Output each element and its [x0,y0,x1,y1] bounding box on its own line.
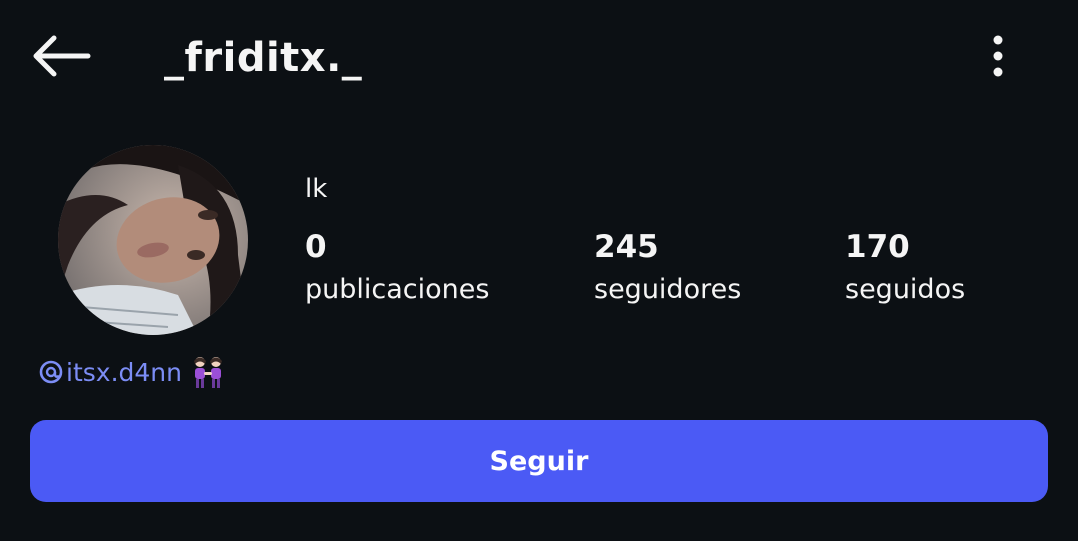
threads-handle: itsx.d4nn [66,357,182,387]
two-women-holding-hands-icon [193,357,222,388]
threads-profile-link[interactable]: itsx.d4nn [38,352,226,392]
profile-username: _friditx._ [164,35,363,81]
stat-followers-count: 245 [594,229,659,265]
stat-following-label: seguidos [845,274,966,305]
profile-page: _friditx._ lk 0 publicaciones 245 seguid… [0,0,1078,541]
arrow-left-icon [33,35,91,77]
more-options-button[interactable] [978,30,1018,82]
stat-following-count: 170 [845,229,910,265]
stat-posts-label: publicaciones [305,274,490,305]
threads-icon [39,360,63,384]
stat-posts[interactable]: 0 publicaciones [305,226,489,310]
stat-followers-label: seguidores [594,274,742,305]
follow-button[interactable]: Seguir [30,420,1048,502]
stat-followers[interactable]: 245 seguidores [594,226,741,310]
profile-avatar[interactable] [58,145,248,335]
back-button[interactable] [28,30,94,82]
stat-posts-count: 0 [305,229,327,265]
stat-following[interactable]: 170 seguidos [845,226,965,310]
profile-display-name: lk [305,174,328,204]
more-vertical-icon [993,35,1003,77]
